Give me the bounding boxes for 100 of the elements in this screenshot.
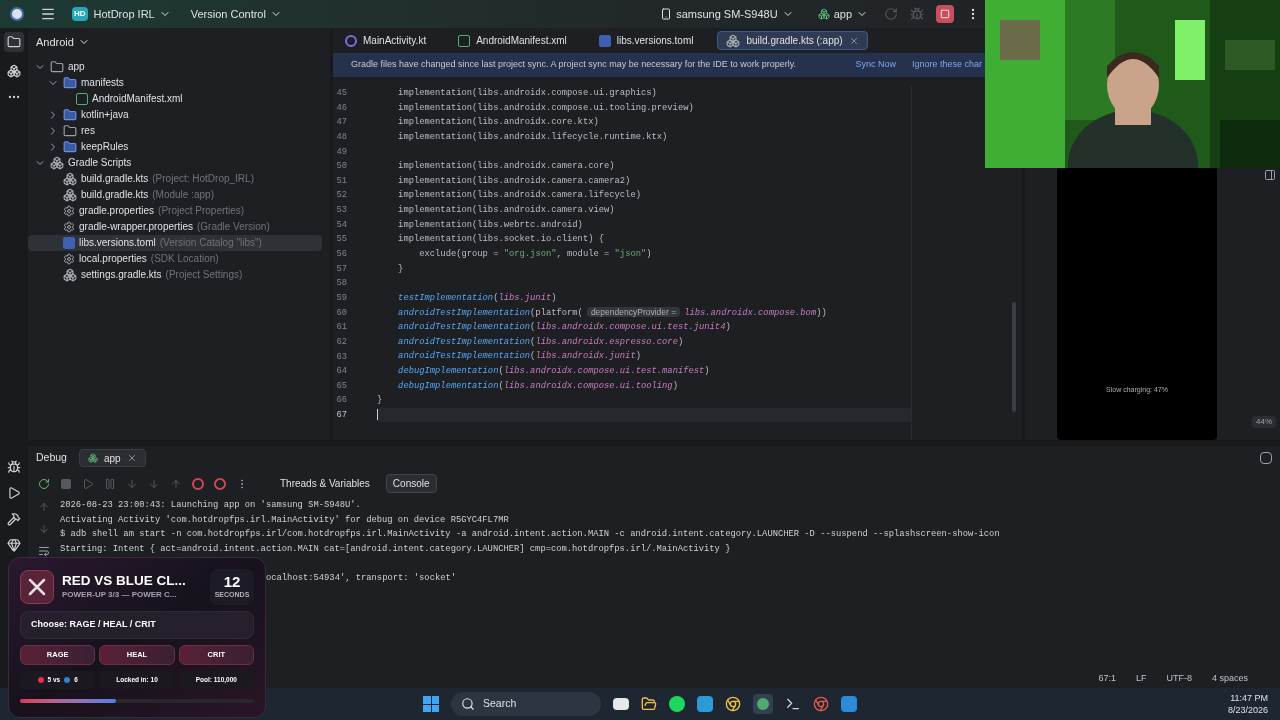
- rerun-icon[interactable]: [38, 477, 50, 490]
- status-item[interactable]: 67:1: [1098, 672, 1116, 686]
- search-icon: [461, 697, 475, 711]
- code-line: androidTestImplementation(libs.androidx.compose.ui.test.junit4): [397, 321, 732, 334]
- scrollbar[interactable]: [1012, 302, 1016, 412]
- session-tab[interactable]: app: [78, 449, 146, 467]
- stop-icon[interactable]: [60, 477, 72, 490]
- status-item[interactable]: LF: [1135, 672, 1147, 686]
- line-number: 47: [335, 116, 348, 130]
- line-number: 59: [335, 291, 348, 305]
- editor-tab[interactable]: libs.versions.toml: [590, 31, 702, 50]
- browser-icon[interactable]: [725, 696, 741, 712]
- settings-file-icon: [63, 252, 75, 265]
- code-line: debugImplementation(libs.androidx.compose.ui.tooling): [397, 379, 679, 393]
- line-number: 60: [335, 306, 348, 320]
- shapes-icon[interactable]: [7, 64, 21, 78]
- code-line: androidTestImplementation(libs.androidx.junit): [397, 350, 642, 364]
- text-cursor: [377, 408, 378, 420]
- tree-item[interactable]: libs.versions.toml (Version Catalog "libs"): [28, 234, 322, 251]
- editor-tab[interactable]: MainActivity.kt: [337, 31, 435, 50]
- gradle-file-icon: [63, 171, 77, 186]
- tree-item[interactable]: res: [28, 122, 322, 139]
- tree-item[interactable]: settings.gradle.kts (Project Settings): [28, 266, 322, 283]
- code-line: androidTestImplementation(platform( dependencyProvider = libs.androidx.compose.bom)): [397, 306, 828, 320]
- line-number: 50: [335, 160, 348, 174]
- debug-icon[interactable]: [7, 460, 21, 474]
- version-control-menu[interactable]: Version Control: [190, 5, 282, 23]
- close-icon[interactable]: [848, 35, 859, 46]
- line-number: 66: [335, 394, 348, 408]
- debug-tab[interactable]: Console: [385, 474, 437, 493]
- sync-now-link[interactable]: Sync Now: [855, 58, 896, 72]
- panel-icon[interactable]: [1264, 169, 1276, 181]
- run-icon[interactable]: [7, 486, 21, 500]
- console-line: $ adb shell am start -n com.hotdropfps.irl/com.hotdropfps.irl.MainActivity -a android.intent.action.MAIN -c android.intent.category.LAUNCHER -D --suspend --splashscreen-show-icon: [60, 528, 1000, 542]
- windows-start-icon[interactable]: [423, 696, 439, 712]
- settings-file-icon: [63, 204, 75, 217]
- tree-item[interactable]: keepRules: [28, 138, 322, 155]
- code-line: implementation(libs.androidx.compose.ui.graphics): [397, 87, 658, 100]
- line-number: 61: [335, 321, 348, 335]
- gem-icon[interactable]: [7, 538, 21, 552]
- folder-icon: [63, 75, 77, 90]
- line-number: 48: [335, 130, 348, 144]
- banner-message: Gradle files have changed since last project sync. A project sync may be necessary for the IDE to work properly.: [351, 58, 797, 72]
- debug-tab[interactable]: Threads & Variables: [274, 474, 376, 493]
- status-item[interactable]: 4 spaces: [1211, 672, 1248, 686]
- editor-tab[interactable]: AndroidManifest.xml: [450, 31, 575, 50]
- clock-date: 8/23/2026: [1227, 704, 1268, 716]
- project-selector[interactable]: HotDrop IRL: [93, 5, 171, 23]
- close-icon[interactable]: [126, 453, 137, 463]
- pause-icon[interactable]: [104, 477, 116, 490]
- editor-tab[interactable]: build.gradle.kts (:app): [717, 31, 868, 50]
- tree-item[interactable]: kotlin+java: [28, 106, 322, 123]
- gradle-file-icon: [63, 267, 77, 282]
- soft-wrap-icon[interactable]: [38, 545, 50, 557]
- run-config-selector[interactable]: app: [817, 5, 868, 23]
- zoom-level: 44%: [1252, 416, 1276, 428]
- browser-icon[interactable]: [813, 696, 829, 712]
- code-line: implementation(libs.socket.io.client) {: [397, 233, 605, 247]
- tree-item[interactable]: build.gradle.kts (Project: HotDrop_IRL): [28, 170, 322, 187]
- code-line: implementation(libs.androidx.camera.core): [397, 160, 616, 174]
- line-number: 63: [335, 350, 348, 364]
- line-number: 65: [335, 379, 348, 393]
- menu-icon[interactable]: [40, 6, 56, 22]
- code-line: exclude(group = "org.json", module = "json"): [418, 247, 653, 261]
- tree-item[interactable]: app: [28, 58, 322, 75]
- tree-item[interactable]: local.properties (SDK Location): [28, 250, 322, 267]
- terminal-icon[interactable]: [785, 696, 801, 712]
- card-subtitle: POWER-UP 3/3 — POWER C...: [62, 589, 178, 601]
- clock-time: 11:47 PM: [1230, 692, 1268, 704]
- tree-item[interactable]: gradle-wrapper.properties (Gradle Version): [28, 218, 322, 235]
- tree-item[interactable]: build.gradle.kts (Module :app): [28, 186, 322, 203]
- project-view-selector[interactable]: Android: [36, 34, 90, 51]
- code-line: androidTestImplementation(libs.androidx.espresso.core): [397, 335, 685, 349]
- taskbar-search-field[interactable]: Search: [451, 692, 601, 716]
- line-number: 67: [335, 409, 348, 423]
- hammer-icon[interactable]: [7, 512, 21, 526]
- ignore-changes-link[interactable]: Ignore these char: [911, 58, 982, 72]
- folder-icon: [63, 107, 77, 122]
- stop-icon: [940, 9, 950, 19]
- tree-item[interactable]: AndroidManifest.xml: [28, 90, 322, 107]
- code-line: implementation(libs.androidx.lifecycle.runtime.ktx): [397, 130, 669, 144]
- tree-item[interactable]: gradle.properties (Project Properties): [28, 202, 322, 219]
- stop-button[interactable]: [936, 5, 954, 23]
- tree-item[interactable]: manifests: [28, 74, 322, 91]
- line-number: 52: [335, 189, 348, 203]
- folder-icon[interactable]: [641, 696, 657, 712]
- crossed-swords-icon: [20, 570, 54, 604]
- console-line: 2026-08-23 23:00:43: Launching app on 'samsung SM-S948U'.: [60, 499, 362, 512]
- code-line: testImplementation(libs.junit): [397, 291, 558, 305]
- module-folder-icon: [50, 59, 64, 74]
- panel-title: Debug: [36, 450, 67, 466]
- app-logo-icon[interactable]: [10, 7, 24, 21]
- line-number: 51: [335, 174, 348, 188]
- project-tool-button[interactable]: [4, 32, 24, 52]
- gradle-scripts-icon: [50, 155, 64, 170]
- status-item[interactable]: UTF-8: [1166, 672, 1192, 686]
- resume-icon[interactable]: [82, 477, 94, 490]
- device-selector[interactable]: samsung SM-S948U: [660, 5, 794, 23]
- line-number: 55: [335, 233, 348, 247]
- tree-item[interactable]: Gradle Scripts: [28, 154, 322, 171]
